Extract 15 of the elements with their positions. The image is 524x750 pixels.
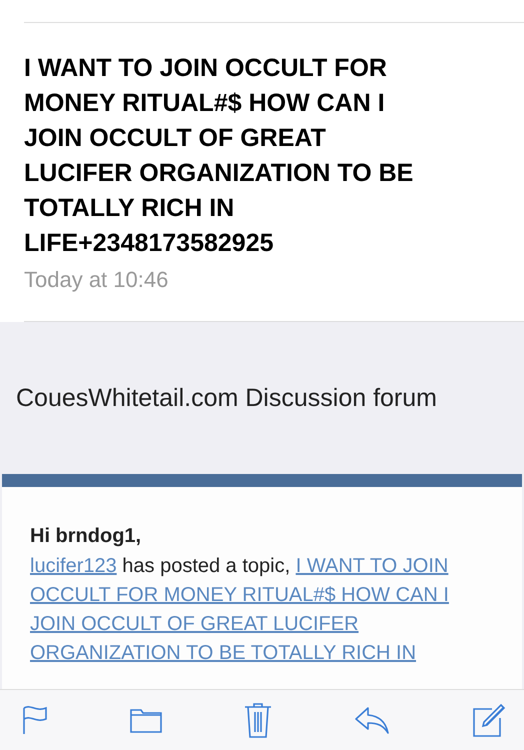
forum-name: CouesWhitetail.com Discussion forum bbox=[16, 384, 437, 412]
topic-link[interactable]: ORGANIZATION TO BE TOTALLY RICH IN bbox=[30, 642, 416, 664]
topic-link[interactable]: JOIN OCCULT OF GREAT LUCIFER bbox=[30, 613, 359, 635]
poster-link[interactable]: lucifer123 bbox=[30, 555, 117, 577]
topic-link[interactable]: I WANT TO JOIN bbox=[296, 555, 448, 577]
compose-icon bbox=[472, 703, 506, 737]
flag-icon bbox=[22, 705, 48, 735]
topic-link[interactable]: OCCULT FOR MONEY RITUAL#$ HOW CAN I bbox=[30, 584, 449, 606]
reply-icon bbox=[354, 706, 390, 734]
greeting: Hi brndog1, bbox=[30, 525, 142, 548]
trash-icon bbox=[244, 702, 272, 738]
message-date: Today at 10:46 bbox=[24, 267, 170, 293]
message-subject: I WANT TO JOIN OCCULT FOR MONEY RITUAL#$ HOW CAN I JOIN OCCULT OF GREAT LUCIFER ORGANIZATION TO BE TOTALLY RICH IN LIFE+2348173582925 bbox=[24, 53, 414, 259]
notification-text: has posted a topic, bbox=[121, 555, 292, 577]
folder-icon bbox=[130, 707, 162, 733]
